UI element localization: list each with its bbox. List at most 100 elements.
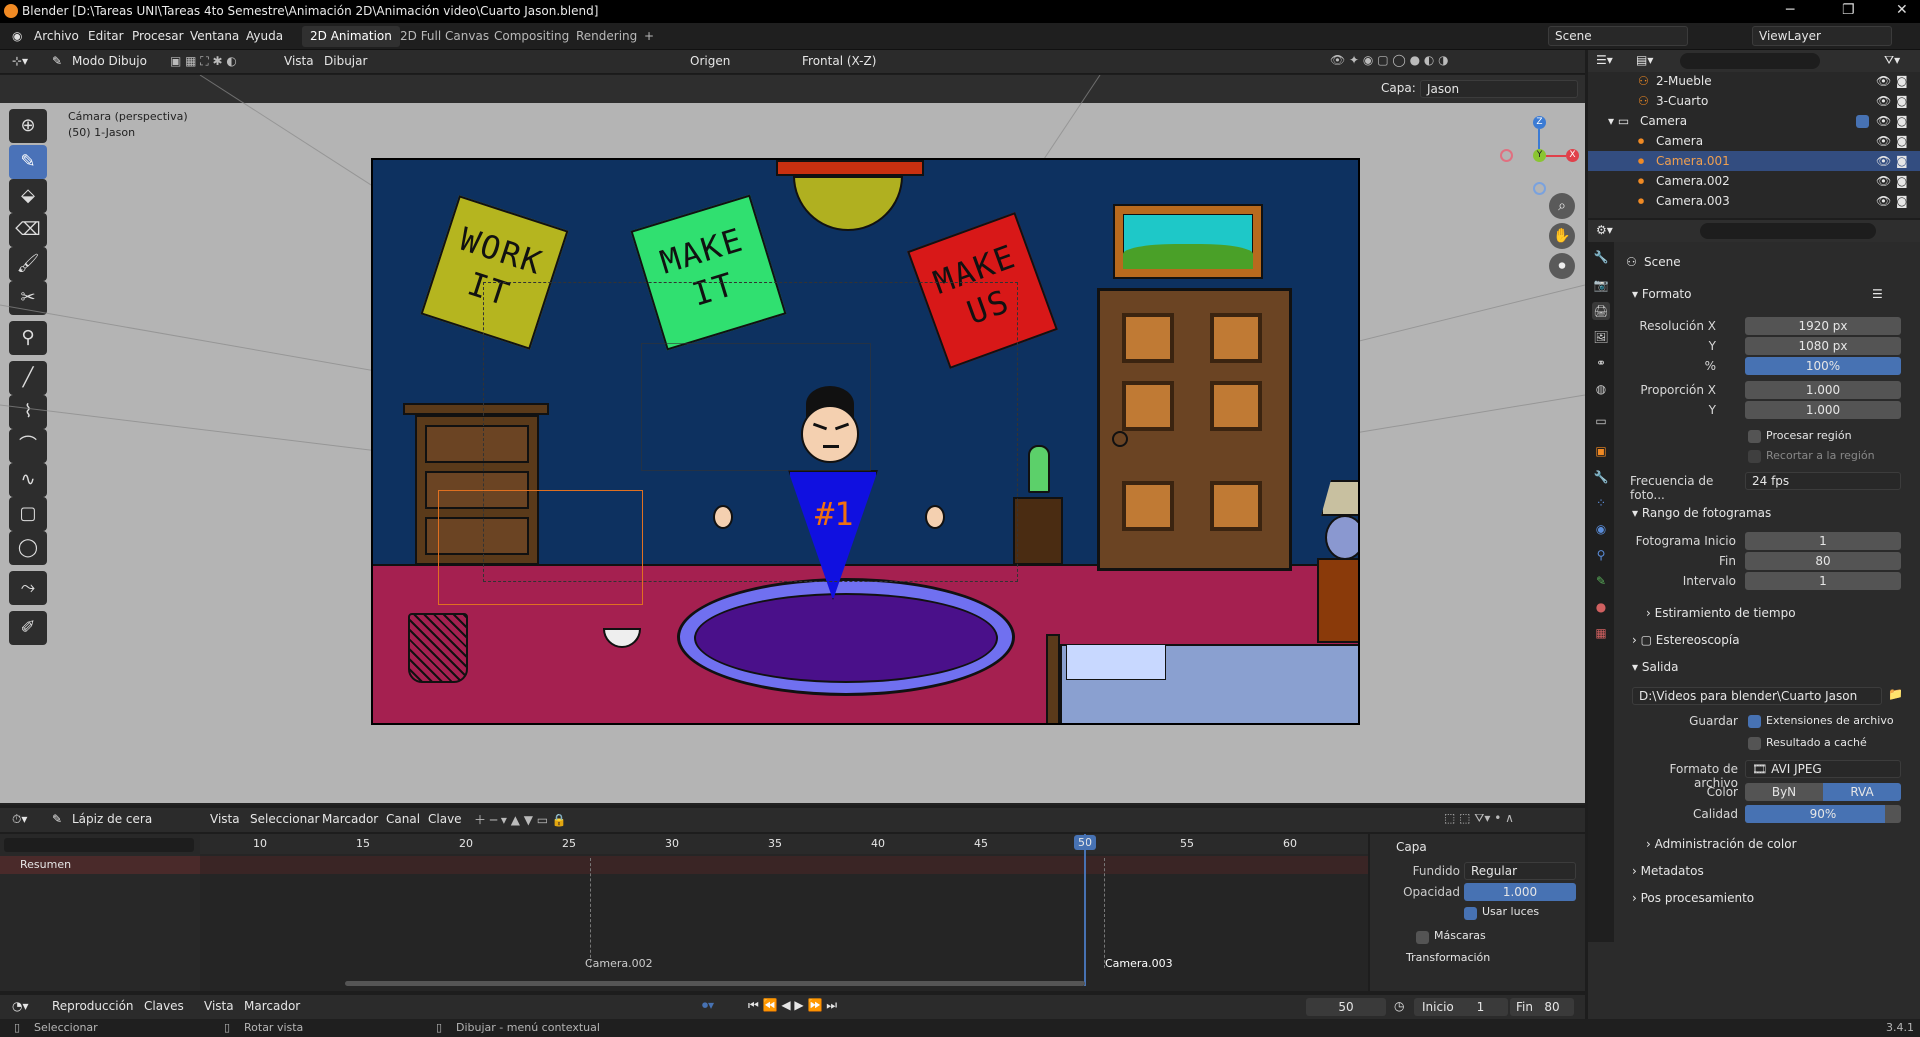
use-lights-checkbox[interactable] xyxy=(1464,907,1477,920)
metadata-section[interactable]: › Metadatos xyxy=(1632,864,1704,878)
eye-icon[interactable]: 👁 xyxy=(1876,194,1891,208)
eye-icon[interactable]: 👁 xyxy=(1876,94,1891,108)
timeline-menu-clave[interactable]: Clave xyxy=(428,812,462,826)
aspect-y-field[interactable]: 1.000 xyxy=(1745,401,1901,419)
menu-vista[interactable]: Vista xyxy=(284,54,314,68)
collection-tab-icon[interactable]: ▭ xyxy=(1592,412,1610,430)
playback-controls[interactable]: ⏮ ⏪ ◀ ▶ ⏩ ⏭ xyxy=(748,998,837,1013)
outliner-row-camera-003[interactable]: ⏺ Camera.003 👁 ◙ xyxy=(1588,191,1920,211)
time-stretch-section[interactable]: › Estiramiento de tiempo xyxy=(1646,606,1796,620)
menu-vista-playback[interactable]: Vista xyxy=(204,999,234,1013)
menu-procesar[interactable]: Procesar xyxy=(132,29,184,43)
frame-end-field[interactable]: 80 xyxy=(1745,552,1901,570)
fps-selector[interactable]: 24 fps xyxy=(1745,472,1901,490)
3d-viewport[interactable]: Capa: Jason Cámara (perspectiva) (50) 1-… xyxy=(0,75,1585,805)
blend-selector[interactable]: Regular xyxy=(1464,862,1576,880)
editor-type-icon[interactable]: ◔▾ xyxy=(12,999,29,1013)
color-management-section[interactable]: › Administración de color xyxy=(1646,837,1797,851)
object-tab-icon[interactable]: ▣ xyxy=(1592,442,1610,460)
scene-selector[interactable]: Scene xyxy=(1548,26,1688,46)
camera-render-icon[interactable]: ◙ xyxy=(1896,74,1908,88)
menu-reproduccion[interactable]: Reproducción xyxy=(52,999,134,1013)
camera-render-icon[interactable]: ◙ xyxy=(1896,154,1908,168)
world-tab-icon[interactable]: ◍ xyxy=(1592,380,1610,398)
stereo-section[interactable]: › ▢ Estereoscopía xyxy=(1632,633,1740,647)
menu-ventana[interactable]: Ventana xyxy=(190,29,239,43)
select-mode-icons[interactable]: ▣ ▦ ⛶ ✱ ◐ xyxy=(170,54,237,69)
timeline-dopesheet[interactable]: Camera.002 Camera.003 xyxy=(200,834,1368,991)
camera-render-icon[interactable]: ◙ xyxy=(1896,114,1908,128)
menu-dibujar[interactable]: Dibujar xyxy=(324,54,367,68)
resolution-y-field[interactable]: 1080 px xyxy=(1745,337,1901,355)
eye-icon[interactable]: 👁 xyxy=(1876,114,1891,128)
resolution-percent-field[interactable]: 100% xyxy=(1745,357,1901,375)
render-region-checkbox[interactable] xyxy=(1748,430,1761,443)
blender-menu-icon[interactable]: ◉ xyxy=(12,29,22,43)
menu-archivo[interactable]: Archivo xyxy=(34,29,79,43)
close-button[interactable]: ✕ xyxy=(1896,2,1908,18)
maximize-button[interactable]: ❐ xyxy=(1842,2,1855,18)
timeline-menu-vista[interactable]: Vista xyxy=(210,812,240,826)
eye-icon[interactable]: 👁 xyxy=(1876,74,1891,88)
color-rgb-button[interactable]: RVA xyxy=(1823,783,1901,801)
texture-tab-icon[interactable]: ▦ xyxy=(1592,624,1610,642)
outliner-row-3-cuarto[interactable]: ⚇ 3-Cuarto 👁 ◙ xyxy=(1588,91,1920,111)
filter-icon[interactable]: ⛛▾ xyxy=(1884,53,1900,68)
camera-render-icon[interactable]: ◙ xyxy=(1896,194,1908,208)
menu-ayuda[interactable]: Ayuda xyxy=(246,29,283,43)
outliner-search-input[interactable] xyxy=(1680,53,1820,69)
masks-checkbox[interactable] xyxy=(1416,931,1429,944)
layer-add-remove-icons[interactable]: ＋ ─ ▾ ▲ ▼ ▭ 🔒 xyxy=(474,811,567,828)
resolution-x-field[interactable]: 1920 px xyxy=(1745,317,1901,335)
quality-slider[interactable]: 90% xyxy=(1745,805,1901,823)
origin-selector[interactable]: Origen xyxy=(690,54,730,68)
view-axis-selector[interactable]: Frontal (X-Z) xyxy=(802,54,876,68)
editor-type-icon[interactable]: ⏱▾ xyxy=(12,812,27,827)
marker-camera-003[interactable]: Camera.003 xyxy=(1105,957,1173,970)
menu-editar[interactable]: Editar xyxy=(88,29,124,43)
camera-render-icon[interactable]: ◙ xyxy=(1896,94,1908,108)
material-tab-icon[interactable]: ● xyxy=(1592,598,1610,616)
summary-channel[interactable]: Resumen xyxy=(0,856,200,874)
frame-step-field[interactable]: 1 xyxy=(1745,572,1901,590)
physics-tab-icon[interactable]: ◉ xyxy=(1592,520,1610,538)
modifier-tab-icon[interactable]: 🔧 xyxy=(1592,468,1610,486)
outliner-row-camera[interactable]: ⏺ Camera 👁 ◙ xyxy=(1588,131,1920,151)
frame-start-field[interactable]: 1 xyxy=(1745,532,1901,550)
outliner-row-2-mueble[interactable]: ⚇ 2-Mueble 👁 ◙ xyxy=(1588,71,1920,91)
transform-section[interactable]: Transformación xyxy=(1406,951,1490,964)
timeline-menu-seleccionar[interactable]: Seleccionar xyxy=(250,812,319,826)
constraints-tab-icon[interactable]: ⚲ xyxy=(1592,546,1610,564)
camera-render-icon[interactable]: ◙ xyxy=(1896,134,1908,148)
file-format-selector[interactable]: 🎞 AVI JPEG xyxy=(1745,760,1901,778)
eye-icon[interactable]: 👁 xyxy=(1876,134,1891,148)
menu-marcador-playback[interactable]: Marcador xyxy=(244,999,300,1013)
timeline-scrollbar[interactable] xyxy=(345,981,1085,986)
editor-type-icon[interactable]: ⊹▾ xyxy=(12,54,28,68)
render-tab-icon[interactable]: 📷 xyxy=(1592,276,1610,294)
timeline-ruler[interactable]: 10 15 20 25 30 35 40 45 50 55 60 xyxy=(200,834,1368,854)
tab-compositing[interactable]: Compositing xyxy=(486,26,577,47)
add-workspace-button[interactable]: + xyxy=(636,26,662,47)
timeline-menu-canal[interactable]: Canal xyxy=(386,812,420,826)
viewlayer-selector[interactable]: ViewLayer xyxy=(1752,26,1892,46)
tab-2d-animation[interactable]: 2D Animation xyxy=(302,26,400,47)
playhead[interactable] xyxy=(1084,834,1086,986)
filter-icons[interactable]: ⬚ ⬚ ⛛▾ • ∧ xyxy=(1444,811,1514,826)
display-mode-icon[interactable]: ▤▾ xyxy=(1636,53,1653,67)
outliner-row-camera-collection[interactable]: ▾ ▭ Camera 👁 ◙ xyxy=(1588,111,1920,131)
data-tab-icon[interactable]: ✎ xyxy=(1592,572,1610,590)
menu-claves[interactable]: Claves xyxy=(144,999,184,1013)
aspect-x-field[interactable]: 1.000 xyxy=(1745,381,1901,399)
shading-icons[interactable]: 👁 ✦ ◉ ▢ ◯ ● ◐ ◑ xyxy=(1330,53,1449,67)
properties-search-input[interactable] xyxy=(1700,223,1876,239)
start-frame-field[interactable]: Inicio 1 xyxy=(1414,998,1508,1016)
current-frame-field[interactable]: 50 xyxy=(1306,998,1386,1016)
outliner-row-camera-002[interactable]: ⏺ Camera.002 👁 ◙ xyxy=(1588,171,1920,191)
timeline-menu-marcador[interactable]: Marcador xyxy=(322,812,378,826)
minimize-button[interactable]: ─ xyxy=(1786,2,1794,18)
channel-search-input[interactable] xyxy=(4,838,194,852)
opacity-field[interactable]: 1.000 xyxy=(1464,883,1576,901)
properties-editor-icon[interactable]: ⚙▾ xyxy=(1596,223,1613,237)
record-icon[interactable]: ⏺▾ xyxy=(702,998,714,1013)
